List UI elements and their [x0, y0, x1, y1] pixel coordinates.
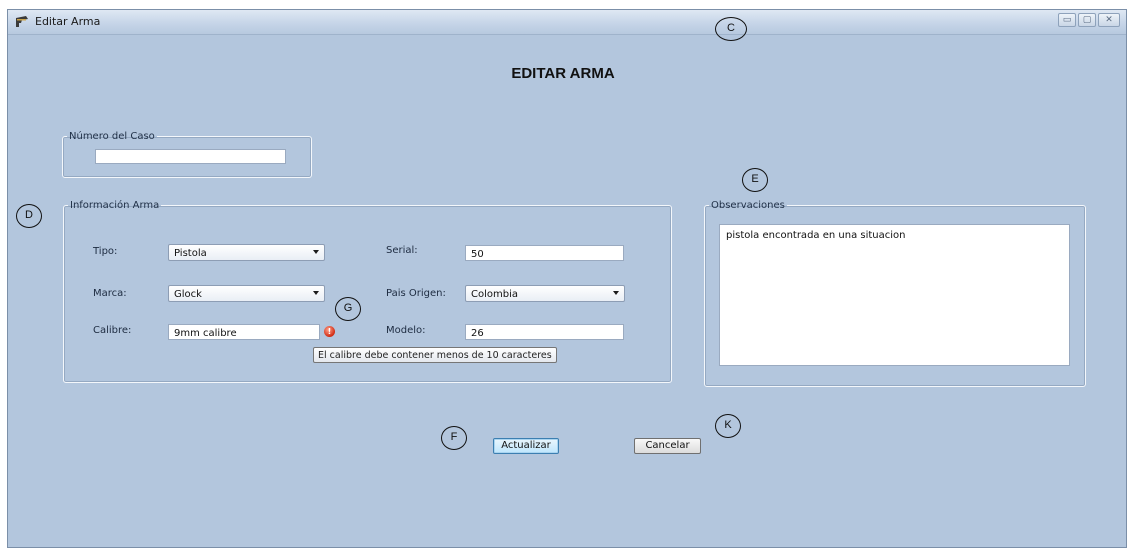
- marker-d: D: [16, 204, 42, 228]
- window-controls: ▭ ▢ ✕: [1058, 13, 1120, 27]
- app-icon: [16, 16, 28, 27]
- marker-c: C: [715, 17, 747, 41]
- observaciones-textarea[interactable]: pistola encontrada en una situacion: [719, 224, 1070, 366]
- marker-e: E: [742, 168, 768, 192]
- chevron-down-icon: [613, 291, 619, 295]
- marca-select[interactable]: Glock: [168, 285, 325, 302]
- observaciones-legend: Observaciones: [711, 200, 785, 211]
- window-title: Editar Arma: [35, 15, 101, 28]
- actualizar-button[interactable]: Actualizar: [493, 438, 559, 454]
- tipo-label: Tipo:: [93, 246, 118, 257]
- calibre-error-tooltip: El calibre debe contener menos de 10 car…: [313, 347, 557, 363]
- minimize-button[interactable]: ▭: [1058, 13, 1076, 27]
- marker-g: G: [335, 297, 361, 321]
- modelo-input[interactable]: 26: [465, 324, 624, 340]
- calibre-input[interactable]: 9mm calibre: [168, 324, 320, 340]
- marker-k: K: [715, 414, 741, 438]
- chevron-down-icon: [313, 250, 319, 254]
- chevron-down-icon: [313, 291, 319, 295]
- serial-input[interactable]: 50: [465, 245, 624, 261]
- maximize-button[interactable]: ▢: [1078, 13, 1096, 27]
- arma-legend: Información Arma: [70, 200, 160, 211]
- modelo-label: Modelo:: [386, 325, 426, 336]
- marker-f: F: [441, 426, 467, 450]
- calibre-label: Calibre:: [93, 325, 132, 336]
- page-title: EDITAR ARMA: [511, 65, 615, 82]
- tipo-select[interactable]: Pistola: [168, 244, 325, 261]
- serial-label: Serial:: [386, 245, 418, 256]
- close-button[interactable]: ✕: [1098, 13, 1120, 27]
- cancelar-button[interactable]: Cancelar: [634, 438, 701, 454]
- pais-label: Pais Origen:: [386, 288, 446, 299]
- tipo-value: Pistola: [174, 248, 207, 259]
- caso-number-input[interactable]: [95, 149, 286, 164]
- title-bar[interactable]: Editar Arma ▭ ▢ ✕: [8, 10, 1126, 35]
- pais-value: Colombia: [471, 289, 518, 300]
- caso-legend: Número del Caso: [69, 131, 155, 142]
- marca-value: Glock: [174, 289, 202, 300]
- marca-label: Marca:: [93, 288, 127, 299]
- pais-select[interactable]: Colombia: [465, 285, 625, 302]
- error-icon: !: [324, 326, 335, 337]
- editar-arma-window: Editar Arma ▭ ▢ ✕ EDITAR ARMA Número del…: [7, 9, 1127, 548]
